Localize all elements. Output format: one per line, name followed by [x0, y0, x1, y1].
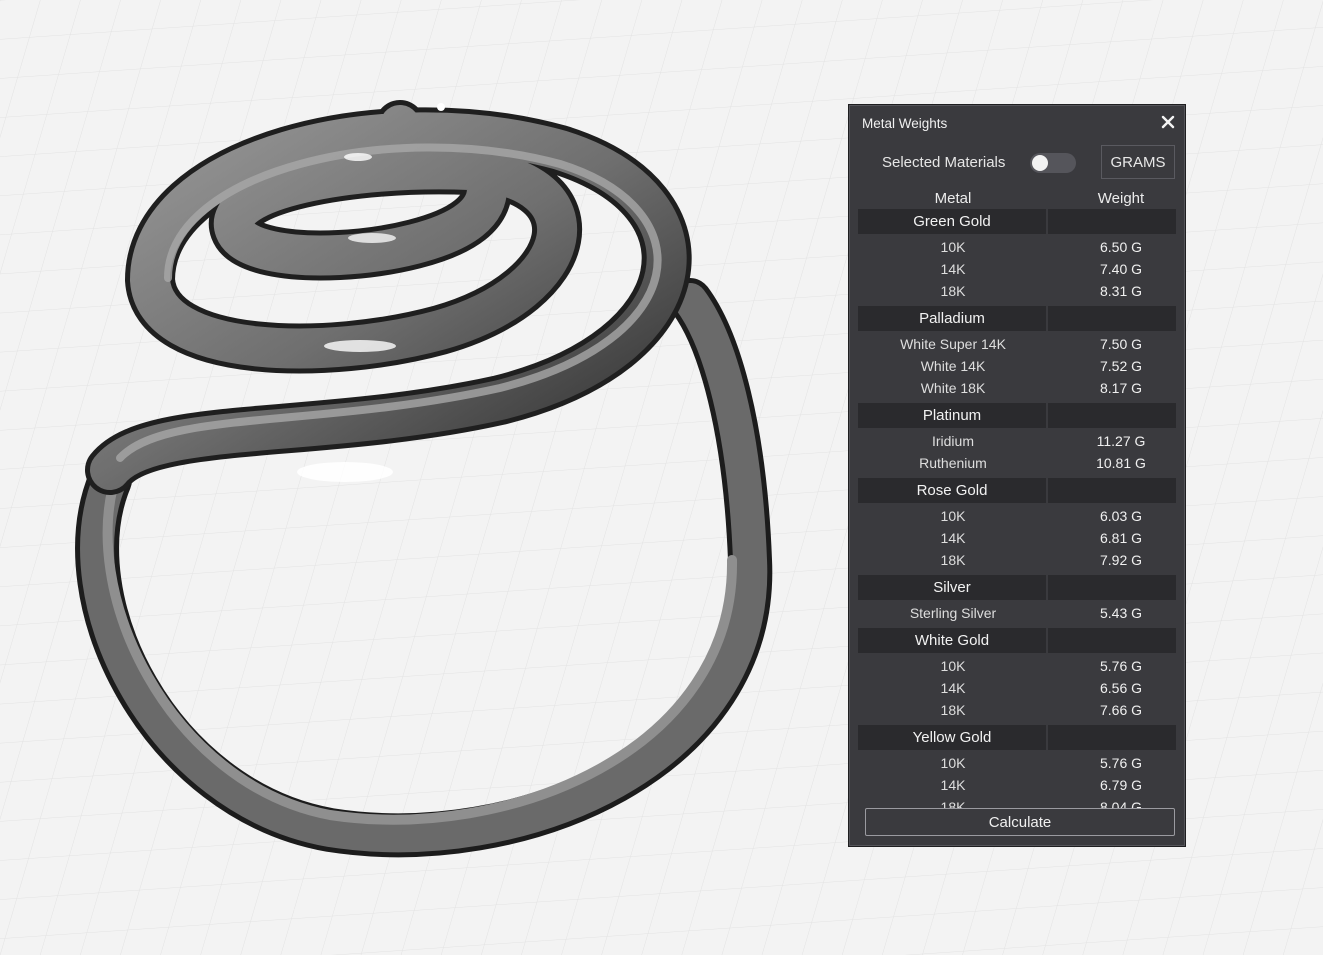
metal-group-name: Palladium — [858, 306, 1046, 331]
weights-table: Metal Weight Green Gold 10K 6.50 G 14K 7.40 … — [858, 186, 1176, 821]
table-row: Ruthenium 10.81 G — [858, 452, 1176, 474]
table-row: 10K 6.50 G — [858, 236, 1176, 258]
metal-alloy-name: 14K — [940, 680, 966, 696]
table-row: 14K 6.56 G — [858, 677, 1176, 699]
metal-group-name: Green Gold — [858, 209, 1046, 234]
metal-weight-value: 6.56 G — [1099, 680, 1143, 696]
metal-alloy-name: Ruthenium — [919, 455, 987, 471]
table-row: White Super 14K 7.50 G — [858, 333, 1176, 355]
table-row: White 18K 8.17 G — [858, 377, 1176, 399]
metal-weight-value: 7.40 G — [1099, 261, 1143, 277]
metal-alloy-name: Sterling Silver — [909, 605, 997, 621]
table-row: 18K 7.66 G — [858, 699, 1176, 721]
metal-weight-value: 5.76 G — [1099, 755, 1143, 771]
metal-group-name: Platinum — [858, 403, 1046, 428]
toggle-knob — [1032, 155, 1048, 171]
metal-alloy-name: 14K — [940, 777, 966, 793]
table-row: 18K 7.92 G — [858, 549, 1176, 571]
calculate-button[interactable]: Calculate — [865, 808, 1175, 836]
table-row: White 14K 7.52 G — [858, 355, 1176, 377]
metal-weight-value: 10.81 G — [1096, 455, 1146, 471]
metal-weight-value: 11.27 G — [1096, 433, 1146, 449]
metal-weights-panel: Metal Weights Selected Materials GRAMS M… — [848, 104, 1186, 847]
metal-group-weight-cell — [1048, 725, 1176, 750]
metal-alloy-name: White Super 14K — [900, 336, 1006, 352]
table-row: 14K 6.79 G — [858, 774, 1176, 796]
metal-weight-value: 8.31 G — [1099, 283, 1143, 299]
metal-weight-value: 7.66 G — [1099, 702, 1143, 718]
close-button[interactable] — [1156, 110, 1180, 134]
table-row: 14K 6.81 G — [858, 527, 1176, 549]
metal-weight-value: 6.03 G — [1099, 508, 1143, 524]
metal-group-header: Palladium — [858, 306, 1176, 331]
metal-group-rows: White Super 14K 7.50 G White 14K 7.52 G Whit… — [858, 331, 1176, 402]
metal-alloy-name: 10K — [940, 658, 966, 674]
metal-alloy-name: 10K — [940, 755, 966, 771]
column-header-weight: Weight — [1097, 190, 1145, 207]
metal-group-header: Platinum — [858, 403, 1176, 428]
table-row: 10K 5.76 G — [858, 655, 1176, 677]
metal-weight-value: 5.43 G — [1099, 605, 1143, 621]
metal-alloy-name: 18K — [940, 702, 966, 718]
metal-alloy-name: 14K — [940, 530, 966, 546]
metal-group-weight-cell — [1048, 628, 1176, 653]
metal-group-rows: 10K 6.50 G 14K 7.40 G 18K 8.31 G — [858, 234, 1176, 305]
table-row: 10K 5.76 G — [858, 752, 1176, 774]
close-icon — [1161, 115, 1175, 129]
metal-group-rows: 10K 6.03 G 14K 6.81 G 18K 7.92 G — [858, 503, 1176, 574]
metal-alloy-name: 18K — [940, 552, 966, 568]
selected-materials-label: Selected Materials — [882, 154, 1006, 171]
metal-group-weight-cell — [1048, 209, 1176, 234]
metal-group-name: White Gold — [858, 628, 1046, 653]
metal-group-header: Yellow Gold — [858, 725, 1176, 750]
metal-weight-value: 8.17 G — [1099, 380, 1143, 396]
table-row: 18K 8.31 G — [858, 280, 1176, 302]
table-header: Metal Weight — [858, 186, 1176, 208]
metal-alloy-name: White 14K — [920, 358, 986, 374]
metal-group-weight-cell — [1048, 575, 1176, 600]
metal-group-rows: Sterling Silver 5.43 G — [858, 600, 1176, 627]
metal-weight-value: 6.79 G — [1099, 777, 1143, 793]
units-button[interactable]: GRAMS — [1101, 145, 1175, 179]
metal-alloy-name: Iridium — [931, 433, 974, 449]
metal-group-name: Rose Gold — [858, 478, 1046, 503]
column-header-metal: Metal — [934, 190, 972, 207]
metal-alloy-name: 10K — [940, 508, 966, 524]
metal-weight-value: 6.81 G — [1099, 530, 1143, 546]
metal-group-name: Silver — [858, 575, 1046, 600]
selected-materials-toggle[interactable] — [1030, 153, 1076, 173]
metal-group-name: Yellow Gold — [858, 725, 1046, 750]
metal-group-weight-cell — [1048, 403, 1176, 428]
table-row: 10K 6.03 G — [858, 505, 1176, 527]
metal-alloy-name: 10K — [940, 239, 966, 255]
panel-title: Metal Weights — [862, 116, 948, 131]
table-row: Iridium 11.27 G — [858, 430, 1176, 452]
metal-alloy-name: White 18K — [920, 380, 986, 396]
metal-alloy-name: 18K — [940, 283, 966, 299]
metal-group-header: Silver — [858, 575, 1176, 600]
metal-group-weight-cell — [1048, 478, 1176, 503]
metal-group-header: White Gold — [858, 628, 1176, 653]
metal-group-header: Rose Gold — [858, 478, 1176, 503]
table-row: Sterling Silver 5.43 G — [858, 602, 1176, 624]
metal-weight-value: 7.52 G — [1099, 358, 1143, 374]
metal-weight-value: 7.50 G — [1099, 336, 1143, 352]
metal-alloy-name: 14K — [940, 261, 966, 277]
metal-weight-value: 6.50 G — [1099, 239, 1143, 255]
metal-weight-value: 7.92 G — [1099, 552, 1143, 568]
table-row: 14K 7.40 G — [858, 258, 1176, 280]
metal-weight-value: 5.76 G — [1099, 658, 1143, 674]
metal-group-weight-cell — [1048, 306, 1176, 331]
metal-group-rows: 10K 5.76 G 14K 6.56 G 18K 7.66 G — [858, 653, 1176, 724]
metal-groups: Green Gold 10K 6.50 G 14K 7.40 G 18K 8.31 G Pal… — [858, 209, 1176, 821]
metal-group-rows: Iridium 11.27 G Ruthenium 10.81 G — [858, 428, 1176, 477]
metal-group-header: Green Gold — [858, 209, 1176, 234]
